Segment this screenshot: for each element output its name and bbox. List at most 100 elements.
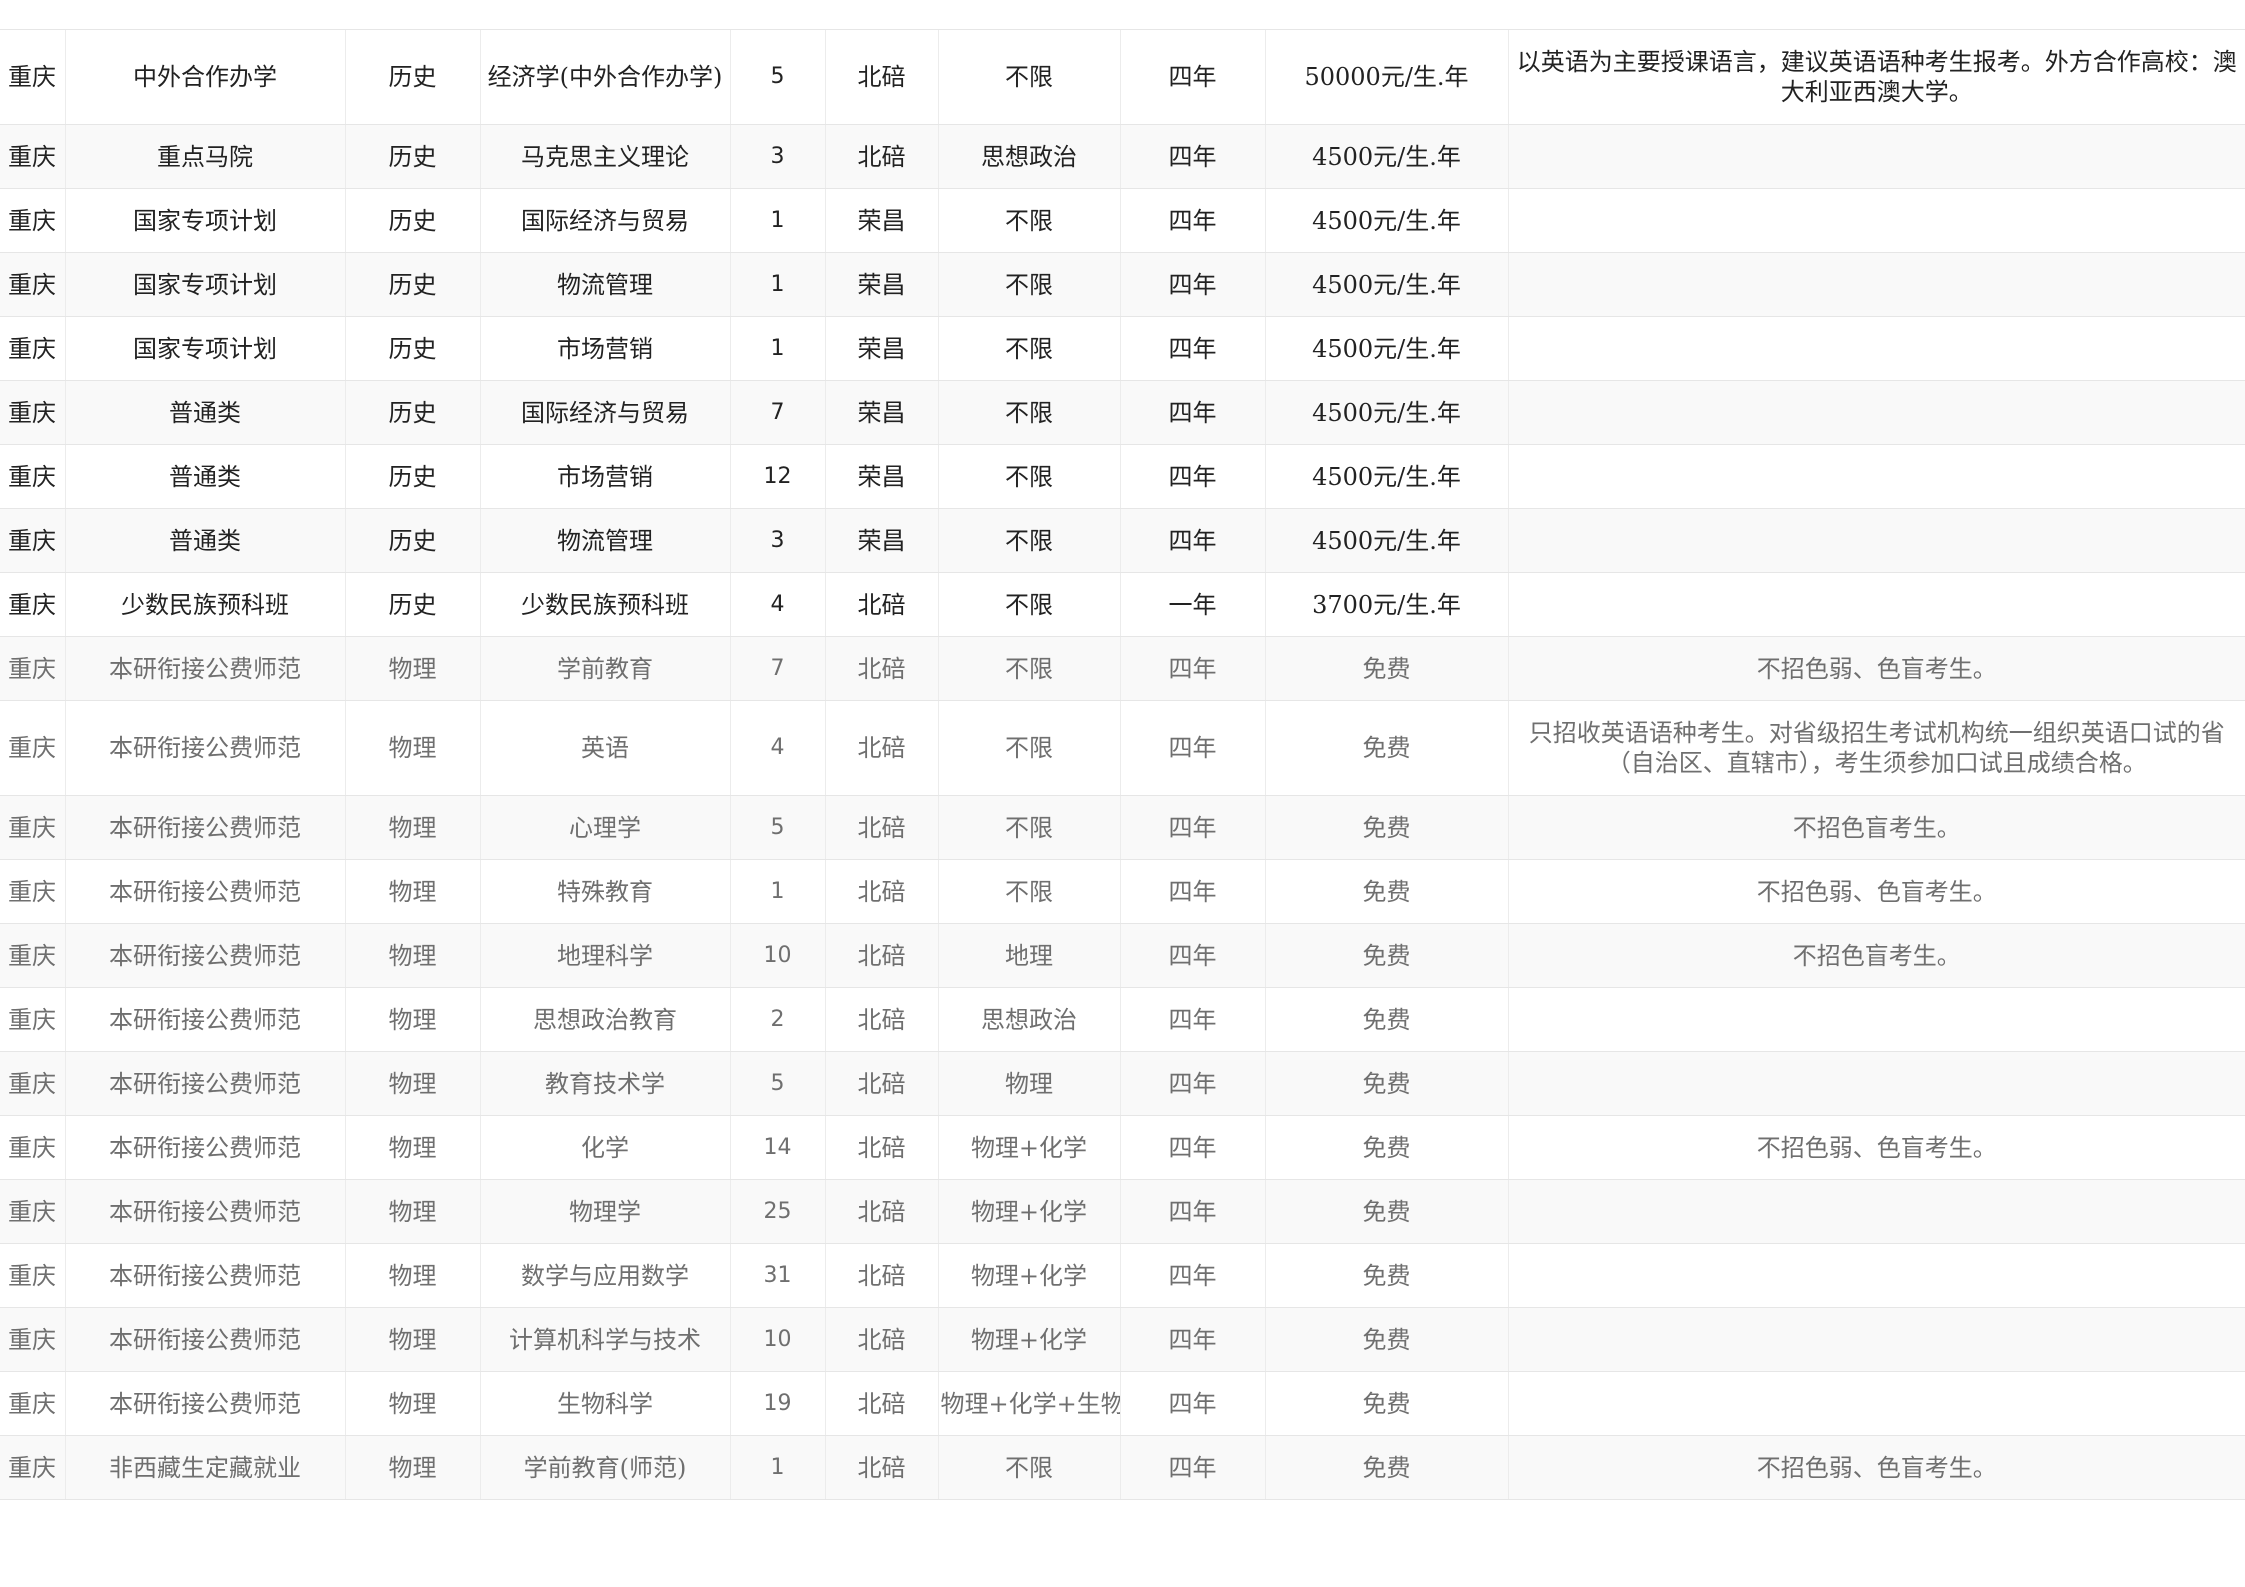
subject-category-cell: 物理: [344, 859, 480, 924]
tuition-cell: 免费: [1264, 1243, 1508, 1308]
plan-type-cell: 国家专项计划: [64, 252, 345, 317]
subject-category-cell: 物理: [344, 700, 480, 796]
quota-cell: 5: [729, 795, 825, 860]
required-subjects-cell: 思想政治: [937, 987, 1120, 1052]
remarks-cell: [1507, 1179, 2245, 1244]
tuition-cell: 3700元/生.年: [1264, 572, 1508, 637]
remarks-cell: 只招收英语语种考生。对省级招生考试机构统一组织英语口试的省（自治区、直辖市），考…: [1507, 700, 2245, 796]
remarks-cell: 不招色弱、色盲考生。: [1507, 1115, 2245, 1180]
tuition-cell: 4500元/生.年: [1264, 444, 1508, 509]
plan-type-cell: 本研衔接公费师范: [64, 636, 345, 701]
table-body: 重庆 中外合作办学 历史 经济学(中外合作办学) 5 北碚 不限 四年 50000元/生.年 以英…: [0, 29, 2245, 1500]
tuition-cell: 免费: [1264, 1371, 1508, 1436]
duration-cell: 四年: [1119, 923, 1265, 988]
tuition-cell: 免费: [1264, 923, 1508, 988]
tuition-cell: 免费: [1264, 636, 1508, 701]
campus-cell: 北碚: [824, 1179, 938, 1244]
required-subjects-cell: 不限: [937, 795, 1120, 860]
major-name-cell: 特殊教育: [479, 859, 730, 924]
duration-cell: 四年: [1119, 1307, 1265, 1372]
subject-category-cell: 物理: [344, 1051, 480, 1116]
province-cell: 重庆: [0, 1371, 65, 1436]
duration-cell: 四年: [1119, 316, 1265, 381]
tuition-cell: 免费: [1264, 1307, 1508, 1372]
duration-cell: 四年: [1119, 444, 1265, 509]
duration-cell: 四年: [1119, 1243, 1265, 1308]
major-name-cell: 地理科学: [479, 923, 730, 988]
quota-cell: 3: [729, 124, 825, 189]
major-name-cell: 市场营销: [479, 444, 730, 509]
quota-cell: 2: [729, 987, 825, 1052]
plan-type-cell: 少数民族预科班: [64, 572, 345, 637]
major-name-cell: 英语: [479, 700, 730, 796]
tuition-cell: 4500元/生.年: [1264, 508, 1508, 573]
subject-category-cell: 物理: [344, 1371, 480, 1436]
plan-type-cell: 本研衔接公费师范: [64, 700, 345, 796]
quota-cell: 10: [729, 923, 825, 988]
plan-type-cell: 本研衔接公费师范: [64, 1243, 345, 1308]
plan-type-cell: 普通类: [64, 508, 345, 573]
required-subjects-cell: 不限: [937, 252, 1120, 317]
major-name-cell: 市场营销: [479, 316, 730, 381]
remarks-cell: 以英语为主要授课语言，建议英语语种考生报考。外方合作高校：澳大利亚西澳大学。: [1507, 29, 2245, 125]
required-subjects-cell: 地理: [937, 923, 1120, 988]
subject-category-cell: 历史: [344, 188, 480, 253]
duration-cell: 四年: [1119, 700, 1265, 796]
table-row: 重庆 本研衔接公费师范 物理 英语 4 北碚 不限 四年 免费 只招收英语语种考生。对省级招生考试…: [0, 700, 2245, 796]
table-row: 重庆 普通类 历史 物流管理 3 荣昌 不限 四年 4500元/生.年: [0, 508, 2245, 573]
plan-type-cell: 本研衔接公费师范: [64, 1179, 345, 1244]
tuition-cell: 免费: [1264, 1179, 1508, 1244]
remarks-cell: [1507, 987, 2245, 1052]
province-cell: 重庆: [0, 636, 65, 701]
required-subjects-cell: 不限: [937, 380, 1120, 445]
province-cell: 重庆: [0, 380, 65, 445]
plan-type-cell: 本研衔接公费师范: [64, 923, 345, 988]
table-row: 重庆 重点马院 历史 马克思主义理论 3 北碚 思想政治 四年 4500元/生.年: [0, 124, 2245, 189]
plan-type-cell: 本研衔接公费师范: [64, 1307, 345, 1372]
province-cell: 重庆: [0, 188, 65, 253]
campus-cell: 北碚: [824, 1115, 938, 1180]
plan-type-cell: 非西藏生定藏就业: [64, 1435, 345, 1500]
table-row: 重庆 普通类 历史 国际经济与贸易 7 荣昌 不限 四年 4500元/生.年: [0, 380, 2245, 445]
campus-cell: 北碚: [824, 700, 938, 796]
campus-cell: 北碚: [824, 1307, 938, 1372]
province-cell: 重庆: [0, 1243, 65, 1308]
tuition-cell: 免费: [1264, 987, 1508, 1052]
tuition-cell: 4500元/生.年: [1264, 124, 1508, 189]
duration-cell: 一年: [1119, 572, 1265, 637]
province-cell: 重庆: [0, 859, 65, 924]
major-name-cell: 物流管理: [479, 508, 730, 573]
quota-cell: 4: [729, 572, 825, 637]
remarks-cell: 不招色弱、色盲考生。: [1507, 1435, 2245, 1500]
table-row: 重庆 非西藏生定藏就业 物理 学前教育(师范) 1 北碚 不限 四年 免费 不招色弱、色盲考生。: [0, 1435, 2245, 1500]
plan-type-cell: 本研衔接公费师范: [64, 795, 345, 860]
required-subjects-cell: 物理: [937, 1051, 1120, 1116]
campus-cell: 荣昌: [824, 380, 938, 445]
major-name-cell: 学前教育: [479, 636, 730, 701]
province-cell: 重庆: [0, 572, 65, 637]
table-row: 重庆 本研衔接公费师范 物理 特殊教育 1 北碚 不限 四年 免费 不招色弱、色盲考生。: [0, 859, 2245, 924]
duration-cell: 四年: [1119, 124, 1265, 189]
major-name-cell: 少数民族预科班: [479, 572, 730, 637]
remarks-cell: [1507, 316, 2245, 381]
quota-cell: 14: [729, 1115, 825, 1180]
table-row: 重庆 本研衔接公费师范 物理 学前教育 7 北碚 不限 四年 免费 不招色弱、色盲考生。: [0, 636, 2245, 701]
duration-cell: 四年: [1119, 795, 1265, 860]
table-row: 重庆 本研衔接公费师范 物理 思想政治教育 2 北碚 思想政治 四年 免费: [0, 987, 2245, 1052]
duration-cell: 四年: [1119, 859, 1265, 924]
province-cell: 重庆: [0, 252, 65, 317]
plan-type-cell: 国家专项计划: [64, 188, 345, 253]
duration-cell: 四年: [1119, 1115, 1265, 1180]
duration-cell: 四年: [1119, 1371, 1265, 1436]
plan-type-cell: 国家专项计划: [64, 316, 345, 381]
remarks-cell: [1507, 1051, 2245, 1116]
duration-cell: 四年: [1119, 987, 1265, 1052]
table-row: 重庆 国家专项计划 历史 国际经济与贸易 1 荣昌 不限 四年 4500元/生.年: [0, 188, 2245, 253]
required-subjects-cell: 不限: [937, 1435, 1120, 1500]
quota-cell: 12: [729, 444, 825, 509]
subject-category-cell: 物理: [344, 1115, 480, 1180]
major-name-cell: 国际经济与贸易: [479, 380, 730, 445]
campus-cell: 荣昌: [824, 444, 938, 509]
campus-cell: 北碚: [824, 29, 938, 125]
major-name-cell: 学前教育(师范): [479, 1435, 730, 1500]
